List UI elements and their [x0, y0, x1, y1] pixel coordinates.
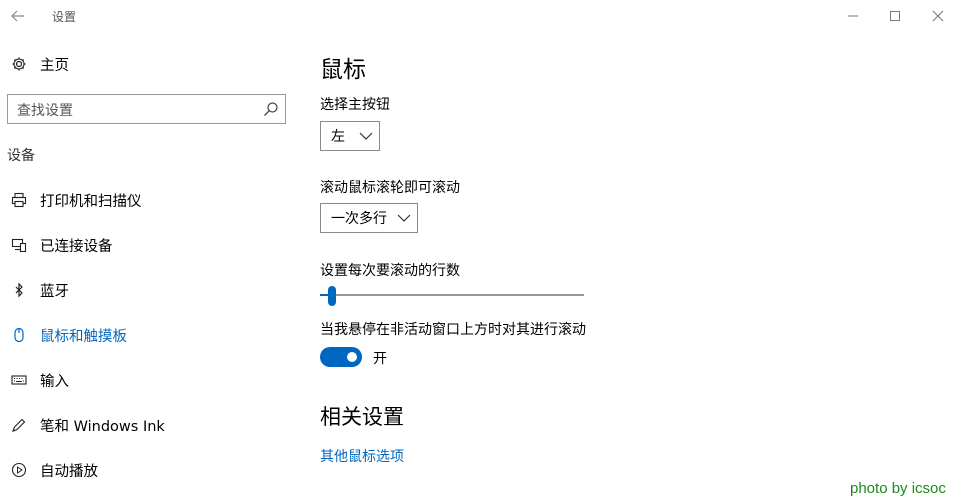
inactive-scroll-label: 当我悬停在非活动窗口上方时对其进行滚动 — [320, 322, 586, 338]
chevron-down-icon — [397, 214, 411, 222]
page-title: 鼠标 — [320, 57, 366, 83]
sidebar-item-label: 蓝牙 — [40, 283, 69, 300]
inactive-scroll-toggle[interactable] — [320, 347, 362, 367]
sidebar-item-label: 鼠标和触摸板 — [40, 328, 127, 345]
printer-icon — [10, 191, 28, 209]
sidebar-item-label: 笔和 Windows Ink — [40, 418, 165, 435]
dropdown-value: 一次多行 — [331, 211, 387, 227]
sidebar-item-label: 输入 — [40, 373, 69, 390]
mouse-icon — [10, 326, 28, 344]
keyboard-icon — [10, 371, 28, 389]
pen-icon — [10, 416, 28, 434]
watermark: photo by icsoc — [850, 480, 946, 497]
sidebar-item-autoplay[interactable]: 自动播放 — [0, 450, 300, 490]
wheel-scroll-label: 滚动鼠标滚轮即可滚动 — [320, 180, 460, 196]
search-placeholder: 查找设置 — [17, 103, 73, 119]
sidebar-item-label: 自动播放 — [40, 463, 98, 480]
autoplay-icon — [10, 461, 28, 479]
sidebar-item-label: 打印机和扫描仪 — [40, 193, 142, 210]
maximize-button[interactable] — [872, 0, 918, 32]
sidebar-item-home[interactable]: 主页 — [0, 46, 300, 82]
title-bar: 设置 — [0, 0, 961, 32]
lines-to-scroll-slider[interactable] — [320, 294, 584, 296]
sidebar-item-label: 已连接设备 — [40, 238, 113, 255]
sidebar-item-pen[interactable]: 笔和 Windows Ink — [0, 405, 300, 445]
dropdown-value: 左 — [331, 129, 345, 145]
sidebar-item-label: 主页 — [40, 57, 69, 74]
maximize-icon — [890, 11, 900, 21]
sidebar-item-connected-devices[interactable]: 已连接设备 — [0, 225, 300, 265]
minimize-icon — [848, 15, 858, 17]
back-button[interactable] — [0, 0, 36, 32]
sidebar-item-mouse[interactable]: 鼠标和触摸板 — [0, 315, 300, 355]
close-button[interactable] — [915, 0, 961, 32]
additional-mouse-options-link[interactable]: 其他鼠标选项 — [320, 446, 404, 466]
primary-button-label: 选择主按钮 — [320, 97, 390, 113]
related-settings-title: 相关设置 — [320, 405, 404, 429]
minimize-button[interactable] — [830, 0, 876, 32]
bluetooth-icon — [10, 281, 28, 299]
sidebar-item-bluetooth[interactable]: 蓝牙 — [0, 270, 300, 310]
toggle-state-label: 开 — [373, 351, 387, 367]
search-input[interactable]: 查找设置 — [7, 94, 286, 124]
sidebar-item-typing[interactable]: 输入 — [0, 360, 300, 400]
primary-button-dropdown[interactable]: 左 — [320, 121, 380, 151]
window-title: 设置 — [52, 10, 77, 24]
wheel-scroll-dropdown[interactable]: 一次多行 — [320, 203, 418, 233]
chevron-down-icon — [359, 132, 373, 140]
search-icon[interactable] — [263, 101, 279, 117]
back-arrow-icon — [11, 10, 24, 22]
toggle-knob — [347, 352, 357, 362]
sidebar-item-printers[interactable]: 打印机和扫描仪 — [0, 180, 300, 220]
lines-to-scroll-label: 设置每次要滚动的行数 — [320, 263, 460, 279]
connected-devices-icon — [10, 236, 28, 254]
sidebar-category-heading: 设备 — [7, 148, 35, 164]
gear-icon — [10, 55, 28, 73]
slider-thumb[interactable] — [328, 286, 336, 306]
close-icon — [932, 10, 944, 22]
